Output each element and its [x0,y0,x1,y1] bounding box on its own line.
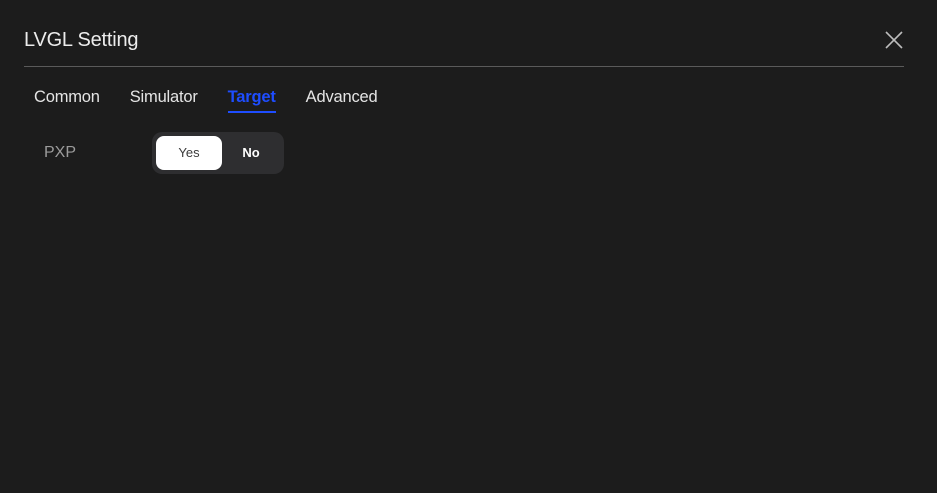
lvgl-setting-dialog: LVGL Setting Common Simulator Target Adv… [0,0,937,493]
pxp-toggle: Yes No [152,132,284,174]
settings-tabs: Common Simulator Target Advanced [34,86,407,116]
dialog-header: LVGL Setting [24,0,904,67]
tab-common[interactable]: Common [34,86,100,116]
pxp-no-option[interactable]: No [218,136,284,170]
close-button[interactable] [883,29,905,51]
dialog-title: LVGL Setting [24,29,139,51]
close-icon [885,31,903,49]
tab-simulator[interactable]: Simulator [130,86,198,116]
pxp-setting-row: PXP Yes No [44,132,304,174]
pxp-label: PXP [44,144,77,161]
tab-target[interactable]: Target [227,86,276,116]
tab-advanced[interactable]: Advanced [306,86,378,116]
pxp-yes-option[interactable]: Yes [156,136,222,170]
